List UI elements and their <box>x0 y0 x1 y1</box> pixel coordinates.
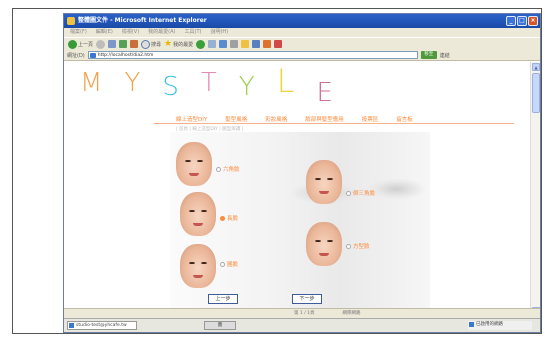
window-title: 整體圖文件 - Microsoft Internet Explorer <box>78 17 207 24</box>
history-icon[interactable] <box>208 40 217 48</box>
forward-arrow-icon <box>96 39 106 49</box>
radio-long[interactable] <box>220 215 225 221</box>
screenshot-frame: 整體圖文件 - Microsoft Internet Explorer _ □ … <box>12 8 542 334</box>
refresh-icon[interactable] <box>119 40 128 48</box>
nav-item-makeup[interactable]: 彩妝風格 <box>265 115 287 123</box>
menu-file[interactable]: 檔案(F) <box>70 28 87 37</box>
main-nav: 線上造型DIY 髮型風格 彩妝風格 臉部與髮型應用 投票區 留言板 <box>176 115 413 123</box>
face-image-hexagon[interactable] <box>173 139 215 186</box>
menu-favorites[interactable]: 我的最愛(A) <box>148 28 175 37</box>
logo-letter: T <box>200 68 217 98</box>
scroll-thumb[interactable] <box>532 73 540 113</box>
option-round[interactable]: 圓臉 <box>220 260 238 268</box>
option-long[interactable]: 長臉 <box>220 214 238 222</box>
nav-item-face-hair[interactable]: 臉部與髮型應用 <box>305 115 344 123</box>
nav-divider <box>154 123 514 124</box>
page-content: M Y S T Y L E 線上造型DIY 髮型風格 彩妝風格 臉部與髮型應用 … <box>64 62 532 316</box>
status-zone: 網際網路 <box>342 311 361 316</box>
status-bar: 第 1 / 1頁 網際網路 <box>64 308 540 318</box>
search-button[interactable]: 搜尋 <box>141 39 161 49</box>
taskbar-zone: 已啟用的網路 <box>468 321 532 330</box>
home-icon[interactable] <box>130 40 139 48</box>
vertical-scrollbar[interactable]: ▲ ▼ <box>530 62 540 316</box>
option-square[interactable]: 方型臉 <box>346 242 370 250</box>
nav-item-diy[interactable]: 線上造型DIY <box>176 115 207 123</box>
page-icon <box>89 53 96 58</box>
edit-icon[interactable] <box>241 40 250 48</box>
face-selection-panel: 六角臉 倒三角臉 長臉 方型臉 圓臉 上一步 下一步 <box>170 132 430 316</box>
next-step-button[interactable]: 下一步 <box>292 294 322 304</box>
radio-round[interactable] <box>220 261 225 267</box>
nav-item-hairstyle[interactable]: 髮型風格 <box>225 115 247 123</box>
forward-button[interactable] <box>96 39 106 49</box>
option-hexagon[interactable]: 六角臉 <box>216 165 240 173</box>
address-bar: 網址(D) http://localhost/dia2.htm 移至 連結 <box>64 50 540 61</box>
media-icon[interactable] <box>196 39 206 49</box>
taskbar-status-item[interactable]: studio-test@yhcafe.tw <box>67 321 137 330</box>
print-icon[interactable] <box>230 40 239 48</box>
title-bar: 整體圖文件 - Microsoft Internet Explorer _ □ … <box>64 14 540 28</box>
taskbar: studio-test@yhcafe.tw 圖 已啟用的網路 <box>64 318 540 332</box>
logo-letter: M <box>80 68 103 98</box>
logo-letter: S <box>162 72 179 102</box>
stop-icon[interactable] <box>108 40 117 48</box>
radio-hexagon[interactable] <box>216 166 221 172</box>
favorites-button[interactable]: ★ 我的最愛 <box>164 39 193 49</box>
menu-bar: 檔案(F) 編輯(E) 檢視(V) 我的最愛(A) 工具(T) 說明(H) <box>64 28 540 37</box>
maximize-button[interactable]: □ <box>517 16 527 26</box>
close-button[interactable]: × <box>528 16 538 26</box>
site-logo: M Y S T Y L E <box>80 62 333 108</box>
scroll-up-arrow-icon[interactable]: ▲ <box>532 63 540 71</box>
mail-icon[interactable] <box>219 40 228 48</box>
browser-window: 整體圖文件 - Microsoft Internet Explorer _ □ … <box>63 13 541 333</box>
status-page: 第 1 / 1頁 <box>294 311 315 316</box>
menu-view[interactable]: 檢視(V) <box>122 28 139 37</box>
nav-item-vote[interactable]: 投票區 <box>362 115 379 123</box>
toolbar: 上一頁 搜尋 ★ 我的最愛 <box>64 37 540 50</box>
minimize-button[interactable]: _ <box>506 16 516 26</box>
menu-edit[interactable]: 編輯(E) <box>96 28 113 37</box>
nav-item-guestbook[interactable]: 留言板 <box>396 115 413 123</box>
face-image-square[interactable] <box>303 219 345 266</box>
radio-inverted-triangle[interactable] <box>346 190 351 196</box>
globe-icon <box>469 322 474 327</box>
logo-letter: E <box>316 78 333 108</box>
discuss-icon[interactable] <box>252 40 261 48</box>
logo-letter: L <box>276 62 295 100</box>
search-icon <box>141 39 151 49</box>
logo-letter: Y <box>238 72 255 102</box>
links-label[interactable]: 連結 <box>440 52 450 59</box>
messenger-icon[interactable] <box>263 40 272 48</box>
face-image-round[interactable] <box>177 241 219 288</box>
menu-help[interactable]: 說明(H) <box>210 28 228 37</box>
option-inverted-triangle[interactable]: 倒三角臉 <box>346 189 375 197</box>
logo-letter: Y <box>124 68 141 98</box>
face-image-inverted-triangle[interactable] <box>303 157 345 204</box>
menu-tools[interactable]: 工具(T) <box>185 28 202 37</box>
research-icon[interactable] <box>274 40 283 48</box>
back-button[interactable]: 上一頁 <box>68 39 93 49</box>
go-button[interactable]: 移至 <box>420 51 437 59</box>
star-icon: ★ <box>164 39 173 49</box>
address-label: 網址(D) <box>67 52 85 59</box>
face-image-long[interactable] <box>177 189 219 236</box>
taskbar-button[interactable]: 圖 <box>204 321 236 330</box>
radio-square[interactable] <box>346 243 351 249</box>
ie-icon <box>69 323 74 328</box>
ie-icon <box>67 17 75 25</box>
prev-step-button[interactable]: 上一步 <box>208 294 238 304</box>
back-arrow-icon <box>68 39 77 49</box>
address-input[interactable]: http://localhost/dia2.htm <box>87 51 418 59</box>
